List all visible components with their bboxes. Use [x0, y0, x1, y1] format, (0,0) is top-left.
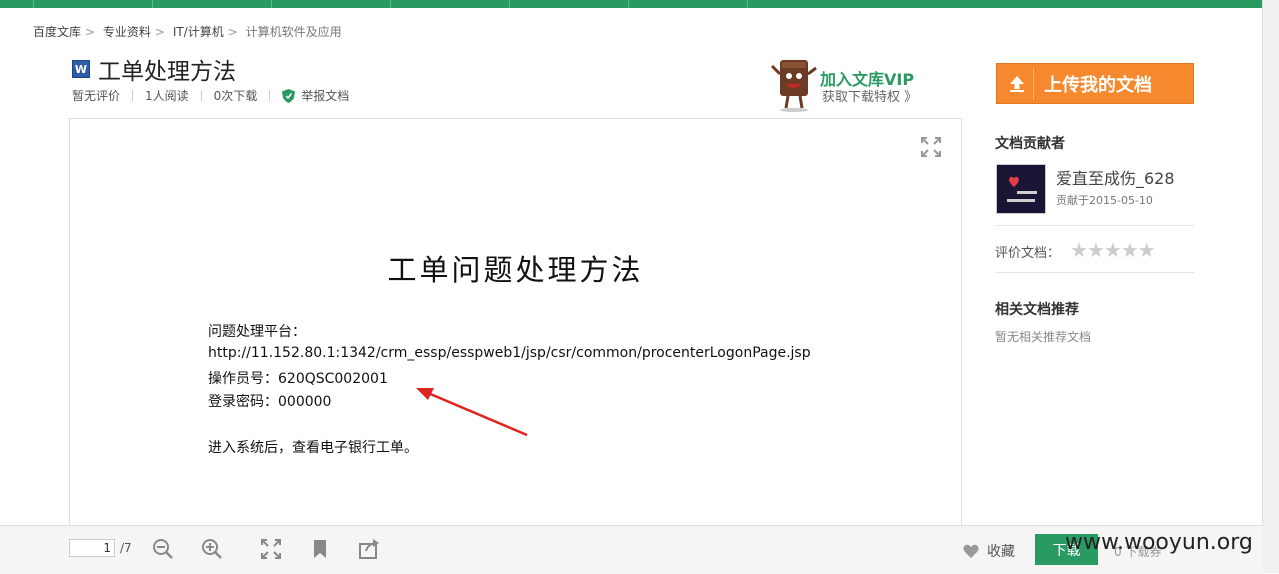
- star-icon[interactable]: ★: [1138, 239, 1156, 261]
- page-title: 工单处理方法: [98, 59, 236, 85]
- share-icon[interactable]: [358, 538, 380, 560]
- zoom-in-icon[interactable]: [201, 538, 223, 560]
- breadcrumb-item[interactable]: 计算机软件及应用: [246, 25, 342, 39]
- related-empty: 暂无相关推荐文档: [995, 330, 1092, 344]
- page-line: 操作员号：620QSC002001: [208, 371, 388, 387]
- document-meta: 暂无评价 1人阅读 0次下载 举报文档: [72, 87, 349, 104]
- star-icon[interactable]: ★: [1087, 239, 1105, 261]
- report-link[interactable]: 举报文档: [301, 87, 349, 104]
- page-heading: 工单问题处理方法: [387, 253, 644, 287]
- fit-icon[interactable]: [260, 538, 282, 560]
- favorite-button[interactable]: 收藏: [963, 541, 1015, 561]
- favorite-label: 收藏: [987, 544, 1015, 560]
- vip-promo[interactable]: 加入文库VIP 获取下载特权 》: [770, 54, 920, 114]
- star-icon[interactable]: ★: [1070, 239, 1088, 261]
- breadcrumb-item[interactable]: 专业资料: [103, 25, 151, 39]
- shield-icon: [282, 88, 296, 103]
- star-icon[interactable]: ★: [1121, 239, 1139, 261]
- page-line: http://11.152.80.1:1342/crm_essp/esspweb…: [208, 345, 811, 361]
- page-scrollbar[interactable]: [1262, 0, 1279, 573]
- page-line: 登录密码：000000: [208, 394, 332, 410]
- fullscreen-icon[interactable]: [921, 137, 941, 157]
- breadcrumb-item[interactable]: 百度文库: [33, 25, 81, 39]
- upload-arrow-icon: [1001, 67, 1034, 100]
- contributor-date: 贡献于2015-05-10: [1056, 194, 1153, 207]
- contributor-heading: 文档贡献者: [995, 136, 1065, 152]
- top-nav-bar: [0, 0, 1263, 8]
- page-line: 进入系统后，查看电子银行工单。: [208, 440, 418, 456]
- bookmark-icon[interactable]: [309, 538, 331, 560]
- page-number-input[interactable]: 1: [69, 539, 115, 557]
- heart-icon: [963, 544, 979, 558]
- upload-label: 上传我的文档: [1044, 74, 1152, 96]
- breadcrumb: 百度文库 > 专业资料 > IT/计算机 > 计算机软件及应用: [33, 25, 342, 39]
- breadcrumb-item[interactable]: IT/计算机: [173, 25, 224, 39]
- read-count: 1人阅读: [145, 89, 189, 103]
- page-line: 问题处理平台：: [208, 324, 306, 340]
- upload-button[interactable]: 上传我的文档: [996, 63, 1194, 104]
- star-icon[interactable]: ★: [1104, 239, 1122, 261]
- watermark: www.wooyun.org: [1065, 530, 1253, 555]
- word-doc-icon: W: [72, 60, 90, 78]
- download-count: 0次下载: [213, 89, 258, 103]
- vip-subtitle[interactable]: 获取下载特权 》: [822, 86, 917, 105]
- page-total: /7: [120, 541, 132, 555]
- annotation-arrow: [416, 388, 528, 437]
- contributor-name[interactable]: 爱直至成伤_628: [1056, 165, 1175, 189]
- zoom-out-icon[interactable]: [152, 538, 174, 560]
- related-heading: 相关文档推荐: [995, 302, 1079, 318]
- rating-stars[interactable]: ★ ★ ★ ★ ★: [1070, 239, 1156, 261]
- rating-status: 暂无评价: [72, 89, 121, 103]
- vip-mascot-icon: [770, 60, 817, 112]
- rate-label: 评价文档：: [995, 246, 1061, 261]
- document-viewer: 工单问题处理方法 问题处理平台： http://11.152.80.1:1342…: [69, 118, 962, 530]
- avatar[interactable]: [996, 164, 1046, 214]
